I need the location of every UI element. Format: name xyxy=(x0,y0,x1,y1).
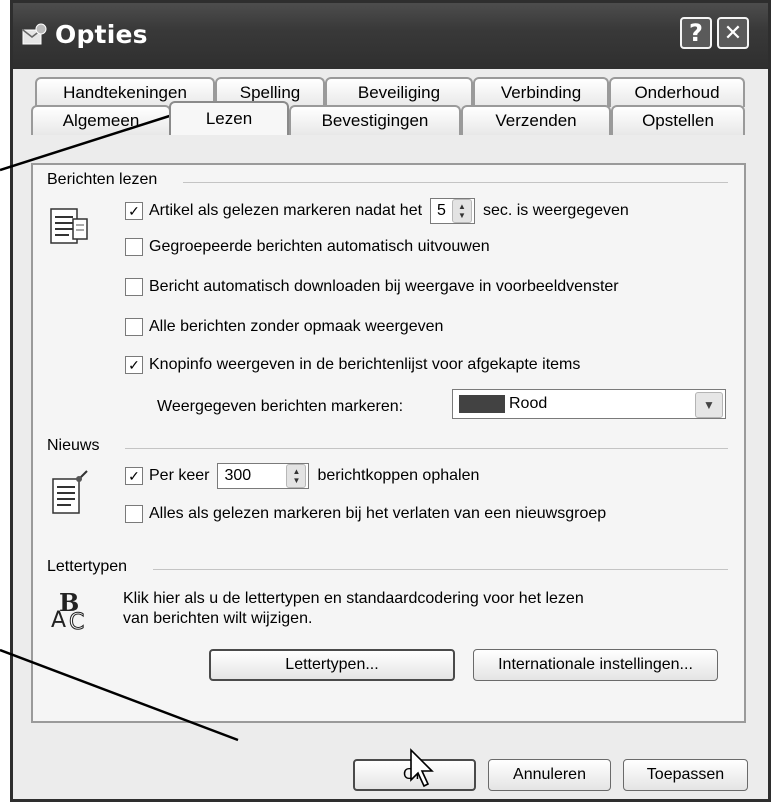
expand-groups-checkbox[interactable] xyxy=(125,238,143,256)
group-divider xyxy=(125,448,728,449)
per-keer-spinner[interactable]: 300 ▲ ▼ xyxy=(217,463,310,489)
color-swatch xyxy=(459,395,505,413)
mark-read-seconds-value[interactable]: 5 xyxy=(431,202,452,220)
close-button[interactable]: ✕ xyxy=(717,17,749,49)
tab-lezen[interactable]: Lezen xyxy=(169,101,289,135)
mark-all-read-checkbox[interactable] xyxy=(125,505,143,523)
dialog-body: Handtekeningen Spelling Beveiliging Verb… xyxy=(13,69,768,799)
auto-download-checkbox[interactable] xyxy=(125,278,143,296)
auto-download-row: Bericht automatisch downloaden bij weerg… xyxy=(125,278,619,296)
plain-text-label: Alle berichten zonder opmaak weergeven xyxy=(149,318,444,335)
tab-onderhoud[interactable]: Onderhoud xyxy=(609,77,745,107)
mark-read-seconds-spinner[interactable]: 5 ▲ ▼ xyxy=(430,198,475,224)
tab-algemeen[interactable]: Algemeen xyxy=(31,105,171,135)
mark-read-suffix: sec. is weergegeven xyxy=(482,202,629,219)
fonts-button[interactable]: Lettertypen... xyxy=(209,649,455,681)
plain-text-row: Alle berichten zonder opmaak weergeven xyxy=(125,318,443,336)
title-bar[interactable]: Opties ? ✕ xyxy=(13,3,768,69)
ok-button[interactable]: OK xyxy=(353,759,476,791)
cancel-button[interactable]: Annuleren xyxy=(488,759,611,791)
svg-text:A: A xyxy=(51,608,66,631)
fonts-icon: B A C xyxy=(51,589,85,631)
tooltips-label: Knopinfo weergeven in de berichtenlijst … xyxy=(149,356,581,373)
per-keer-suffix: berichtkoppen ophalen xyxy=(317,467,480,484)
group-label-berichten: Berichten lezen xyxy=(47,171,166,189)
tab-beveiliging[interactable]: Beveiliging xyxy=(325,77,473,107)
per-keer-checkbox[interactable]: ✓ xyxy=(125,467,143,485)
per-keer-row: ✓ Per keer 300 ▲ ▼ berichtkoppen ophalen xyxy=(125,463,479,489)
per-keer-label: Per keer xyxy=(149,467,210,484)
mark-color-select[interactable]: Rood ▼ xyxy=(452,389,726,419)
options-dialog: Opties ? ✕ Handtekeningen Spelling Bevei… xyxy=(10,0,771,802)
group-label-nieuws: Nieuws xyxy=(47,437,108,455)
auto-download-label: Bericht automatisch downloaden bij weerg… xyxy=(149,278,619,295)
help-button[interactable]: ? xyxy=(680,17,712,49)
message-icon xyxy=(50,208,88,244)
group-label-lettertypen: Lettertypen xyxy=(47,558,136,576)
tab-opstellen[interactable]: Opstellen xyxy=(611,105,745,135)
mark-read-row: ✓ Artikel als gelezen markeren nadat het… xyxy=(125,198,629,224)
tab-verzenden[interactable]: Verzenden xyxy=(461,105,611,135)
chevron-down-icon[interactable]: ▼ xyxy=(695,392,723,418)
svg-text:C: C xyxy=(69,610,84,631)
mark-all-read-row: Alles als gelezen markeren bij het verla… xyxy=(125,505,606,523)
group-divider xyxy=(183,182,728,183)
expand-groups-row: Gegroepeerde berichten automatisch uitvo… xyxy=(125,238,490,256)
tab-panel-lezen: Berichten lezen ✓ Artikel als gelezen ma… xyxy=(31,163,746,723)
app-icon xyxy=(22,23,47,45)
per-keer-value[interactable]: 300 xyxy=(218,467,257,485)
newsgroup-icon xyxy=(52,470,88,514)
mark-messages-label: Weergegeven berichten markeren: xyxy=(157,398,404,415)
mark-read-checkbox[interactable]: ✓ xyxy=(125,202,143,220)
tab-bevestigingen[interactable]: Bevestigingen xyxy=(289,105,461,135)
spinner-arrows-icon[interactable]: ▲ ▼ xyxy=(451,199,472,223)
mark-read-label: Artikel als gelezen markeren nadat het xyxy=(149,202,423,219)
apply-button[interactable]: Toepassen xyxy=(623,759,748,791)
fonts-description-line2: van berichten wilt wijzigen. xyxy=(123,610,313,627)
international-settings-button[interactable]: Internationale instellingen... xyxy=(473,649,718,681)
plain-text-checkbox[interactable] xyxy=(125,318,143,336)
tab-verbinding[interactable]: Verbinding xyxy=(473,77,609,107)
mark-color-value: Rood xyxy=(509,395,548,412)
spinner-arrows-icon[interactable]: ▲ ▼ xyxy=(286,464,307,488)
fonts-description-line1: Klik hier als u de lettertypen en standa… xyxy=(123,590,584,607)
tooltips-row: ✓ Knopinfo weergeven in de berichtenlijs… xyxy=(125,356,580,374)
expand-groups-label: Gegroepeerde berichten automatisch uitvo… xyxy=(149,238,490,255)
window-title: Opties xyxy=(55,20,148,49)
group-divider xyxy=(153,569,728,570)
tooltips-checkbox[interactable]: ✓ xyxy=(125,356,143,374)
mark-all-read-label: Alles als gelezen markeren bij het verla… xyxy=(149,505,607,522)
